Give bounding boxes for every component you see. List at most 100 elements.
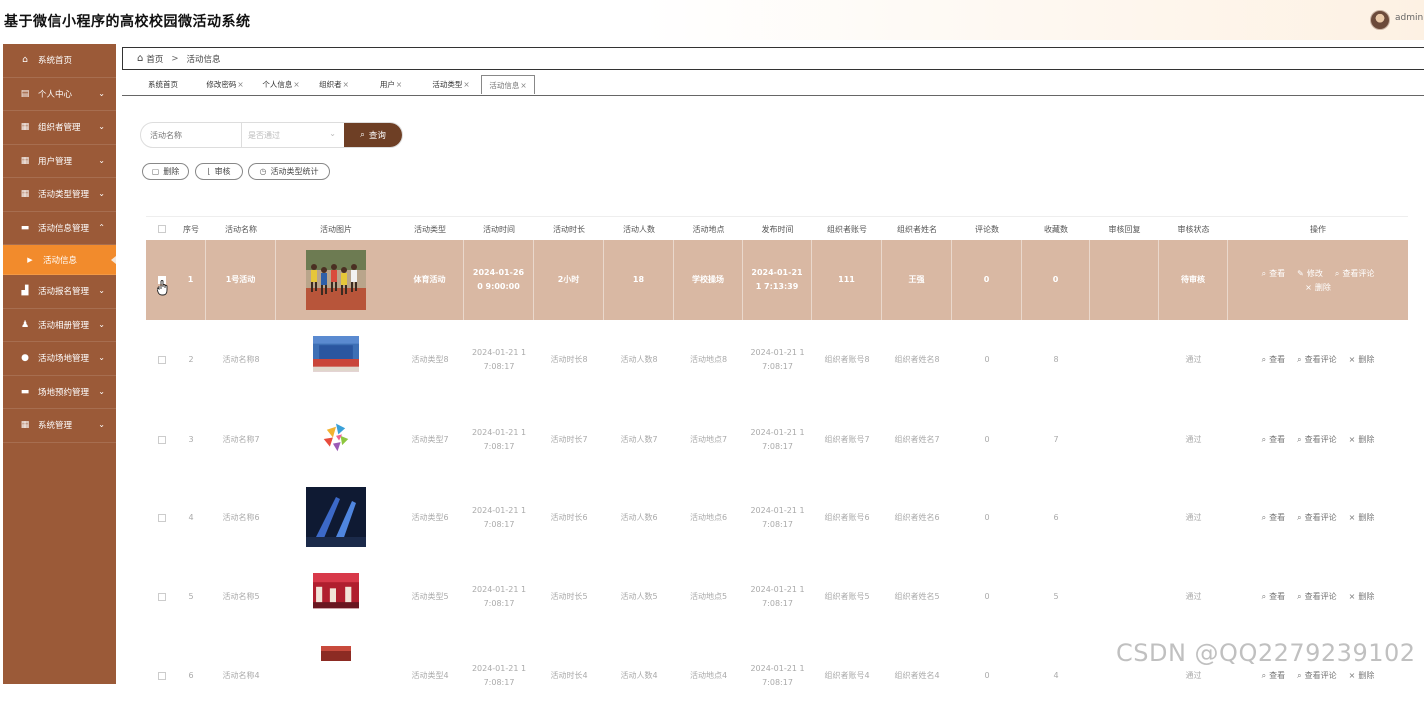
user-avatar[interactable] — [1370, 10, 1390, 30]
user-name[interactable]: admin — [1395, 13, 1423, 23]
column-header[interactable]: 审核回复 — [1090, 217, 1159, 241]
close-icon[interactable]: × — [343, 80, 349, 89]
tab[interactable]: 个人信息 × — [258, 75, 304, 94]
close-icon: × — [1348, 435, 1356, 444]
column-header[interactable]: 评论数 — [952, 217, 1022, 241]
column-header[interactable]: 操作 — [1228, 217, 1408, 241]
sidebar-item[interactable]: ⌂ 系统首页 — [3, 44, 116, 78]
table-row[interactable]: 2 活动名称8 活动类型8 2024-01-21 1 7:08:17 活动时长8 活动人数… — [146, 320, 1408, 399]
tab[interactable]: 活动信息 × — [481, 75, 535, 94]
row-action-button[interactable]: ⌕ 查看 — [1262, 434, 1285, 445]
row-action-button[interactable]: ⌕ 查看 — [1262, 670, 1285, 681]
row-action-button[interactable]: ⌕ 查看评论 — [1297, 434, 1336, 445]
table-cell-no: 6 — [188, 670, 194, 680]
row-checkbox[interactable] — [158, 671, 166, 680]
sidebar-item[interactable]: ▦ 活动类型管理 ⌄ — [3, 178, 116, 212]
row-action-button[interactable]: ⌕ 查看评论 — [1335, 268, 1374, 279]
sidebar-item[interactable]: ▦ 用户管理 ⌄ — [3, 145, 116, 178]
sidebar-item[interactable]: ▶ 活动信息 — [3, 245, 116, 275]
sidebar-item[interactable]: ▦ 组织者管理 ⌄ — [3, 111, 116, 145]
row-action-button[interactable]: ⌕ 查看评论 — [1297, 512, 1336, 523]
row-action-button[interactable]: ⌕ 查看 — [1262, 512, 1285, 523]
column-header[interactable]: 审核状态 — [1159, 217, 1228, 241]
sidebar-item[interactable]: ▟ 活动报名管理 ⌄ — [3, 275, 116, 309]
type-stats-button[interactable]: ◷ 活动类型统计 — [248, 163, 330, 180]
sidebar-item[interactable]: ● 活动场地管理 ⌄ — [3, 342, 116, 376]
row-action-button[interactable]: ⌕ 查看评论 — [1297, 670, 1336, 681]
activity-image[interactable] — [306, 336, 366, 382]
row-checkbox[interactable] — [158, 592, 166, 601]
sidebar-item[interactable]: ▬ 活动信息管理 ⌃ — [3, 212, 116, 245]
row-action-button[interactable]: ⌕ 查看 — [1262, 354, 1285, 365]
close-icon[interactable]: × — [520, 81, 526, 90]
row-action-label: 查看 — [1269, 435, 1286, 444]
sidebar-item-label: 场地预约管理 — [38, 387, 90, 398]
sidebar-item[interactable]: ▤ 个人中心 ⌄ — [3, 78, 116, 111]
delete-button[interactable]: ▢ 删除 — [142, 163, 189, 180]
row-action-button[interactable]: ⌕ 查看评论 — [1297, 354, 1336, 365]
row-checkbox[interactable] — [158, 513, 166, 522]
sidebar-item-label: 活动报名管理 — [38, 287, 90, 298]
activity-image[interactable] — [306, 573, 366, 619]
column-header[interactable]: 活动图片 — [276, 217, 396, 241]
table-row[interactable]: 3 活动名称7 活动类型7 2024-01-21 1 7:08:17 活动时长7 活动人数… — [146, 400, 1408, 479]
tab[interactable]: 修改密码 × — [200, 75, 250, 94]
column-header[interactable]: 收藏数 — [1022, 217, 1090, 241]
row-action-button[interactable]: × 删除 — [1349, 591, 1375, 602]
home-icon: ⌂ — [22, 55, 28, 66]
activity-image[interactable] — [306, 416, 366, 462]
select-all-checkbox[interactable] — [158, 225, 166, 233]
sidebar-item-label: 用户管理 — [38, 156, 73, 167]
row-action-button[interactable]: × 删除 — [1349, 434, 1375, 445]
column-header[interactable]: 发布时间 — [743, 217, 812, 241]
close-icon[interactable]: × — [396, 80, 402, 89]
column-header[interactable]: 组织者账号 — [812, 217, 882, 241]
row-action-button[interactable]: ⌕ 查看评论 — [1297, 591, 1336, 602]
row-action-button[interactable]: × 删除 — [1234, 282, 1402, 293]
row-action-button[interactable]: ⌕ 查看 — [1262, 268, 1285, 279]
column-header[interactable]: 序号 — [176, 217, 206, 241]
tab[interactable]: 组织者 × — [313, 75, 355, 94]
column-header[interactable]: 活动时长 — [534, 217, 604, 241]
table-cell-pubtime: 2024-01-21 1 7:08:17 — [750, 347, 805, 371]
table-row[interactable]: 4 活动名称6 活动类型6 2024-01-21 1 7:08:17 活动时长6 活动人数… — [146, 478, 1408, 557]
close-icon[interactable]: × — [463, 80, 469, 89]
close-icon[interactable]: × — [237, 80, 243, 89]
column-header[interactable]: 活动时间 — [464, 217, 534, 241]
activity-name-input[interactable] — [141, 123, 242, 147]
row-action-button[interactable]: ⌕ 查看 — [1262, 591, 1285, 602]
grid-icon: ▦ — [20, 420, 30, 431]
table-row[interactable]: 5 活动名称5 活动类型5 2024-01-21 1 7:08:17 活动时长5 活动人数… — [146, 557, 1408, 636]
tab[interactable]: 活动类型 × — [426, 75, 476, 94]
breadcrumb-home[interactable]: 首页 — [146, 53, 163, 65]
row-action-button[interactable]: × 删除 — [1349, 512, 1375, 523]
table-cell-time: 2024-01-21 1 7:08:17 — [471, 663, 527, 687]
edit-icon: ✎ — [1297, 268, 1304, 278]
row-action-label: 查看 — [1269, 592, 1286, 601]
column-header[interactable]: 活动类型 — [396, 217, 464, 241]
table-row[interactable]: 1 1号活动 体育活动 2024-01-26 0 9:00:00 2小时 18 学校操场 20… — [146, 240, 1408, 320]
sidebar-item[interactable]: ♟ 活动相册管理 ⌄ — [3, 309, 116, 342]
row-action-button[interactable]: × 删除 — [1349, 670, 1375, 681]
activity-image[interactable] — [306, 487, 366, 547]
row-checkbox[interactable] — [158, 435, 166, 444]
audit-button[interactable]: ⌊ 审核 — [195, 163, 243, 180]
tab[interactable]: 系统首页 — [139, 75, 187, 94]
tab[interactable]: 用户 × — [372, 75, 410, 94]
column-header[interactable]: 组织者姓名 — [882, 217, 952, 241]
row-checkbox[interactable] — [158, 355, 166, 364]
query-button[interactable]: ⌕ 查询 — [344, 123, 402, 147]
search-icon: ⌕ — [1261, 355, 1267, 364]
row-action-button[interactable]: ✎ 修改 — [1297, 268, 1323, 279]
sidebar-item[interactable]: ▦ 系统管理 ⌄ — [3, 409, 116, 443]
close-icon[interactable]: × — [293, 80, 299, 89]
trash-icon: ▢ — [151, 167, 160, 176]
activity-image[interactable] — [306, 250, 366, 310]
row-action-button[interactable]: × 删除 — [1349, 354, 1375, 365]
sidebar-item[interactable]: ▬ 场地预约管理 ⌄ — [3, 376, 116, 409]
status-select[interactable]: 是否通过 ⌄ — [242, 123, 344, 147]
column-header[interactable]: 活动地点 — [674, 217, 743, 241]
column-header[interactable]: 活动人数 — [604, 217, 674, 241]
activity-image[interactable] — [306, 646, 366, 676]
column-header[interactable]: 活动名称 — [206, 217, 276, 241]
